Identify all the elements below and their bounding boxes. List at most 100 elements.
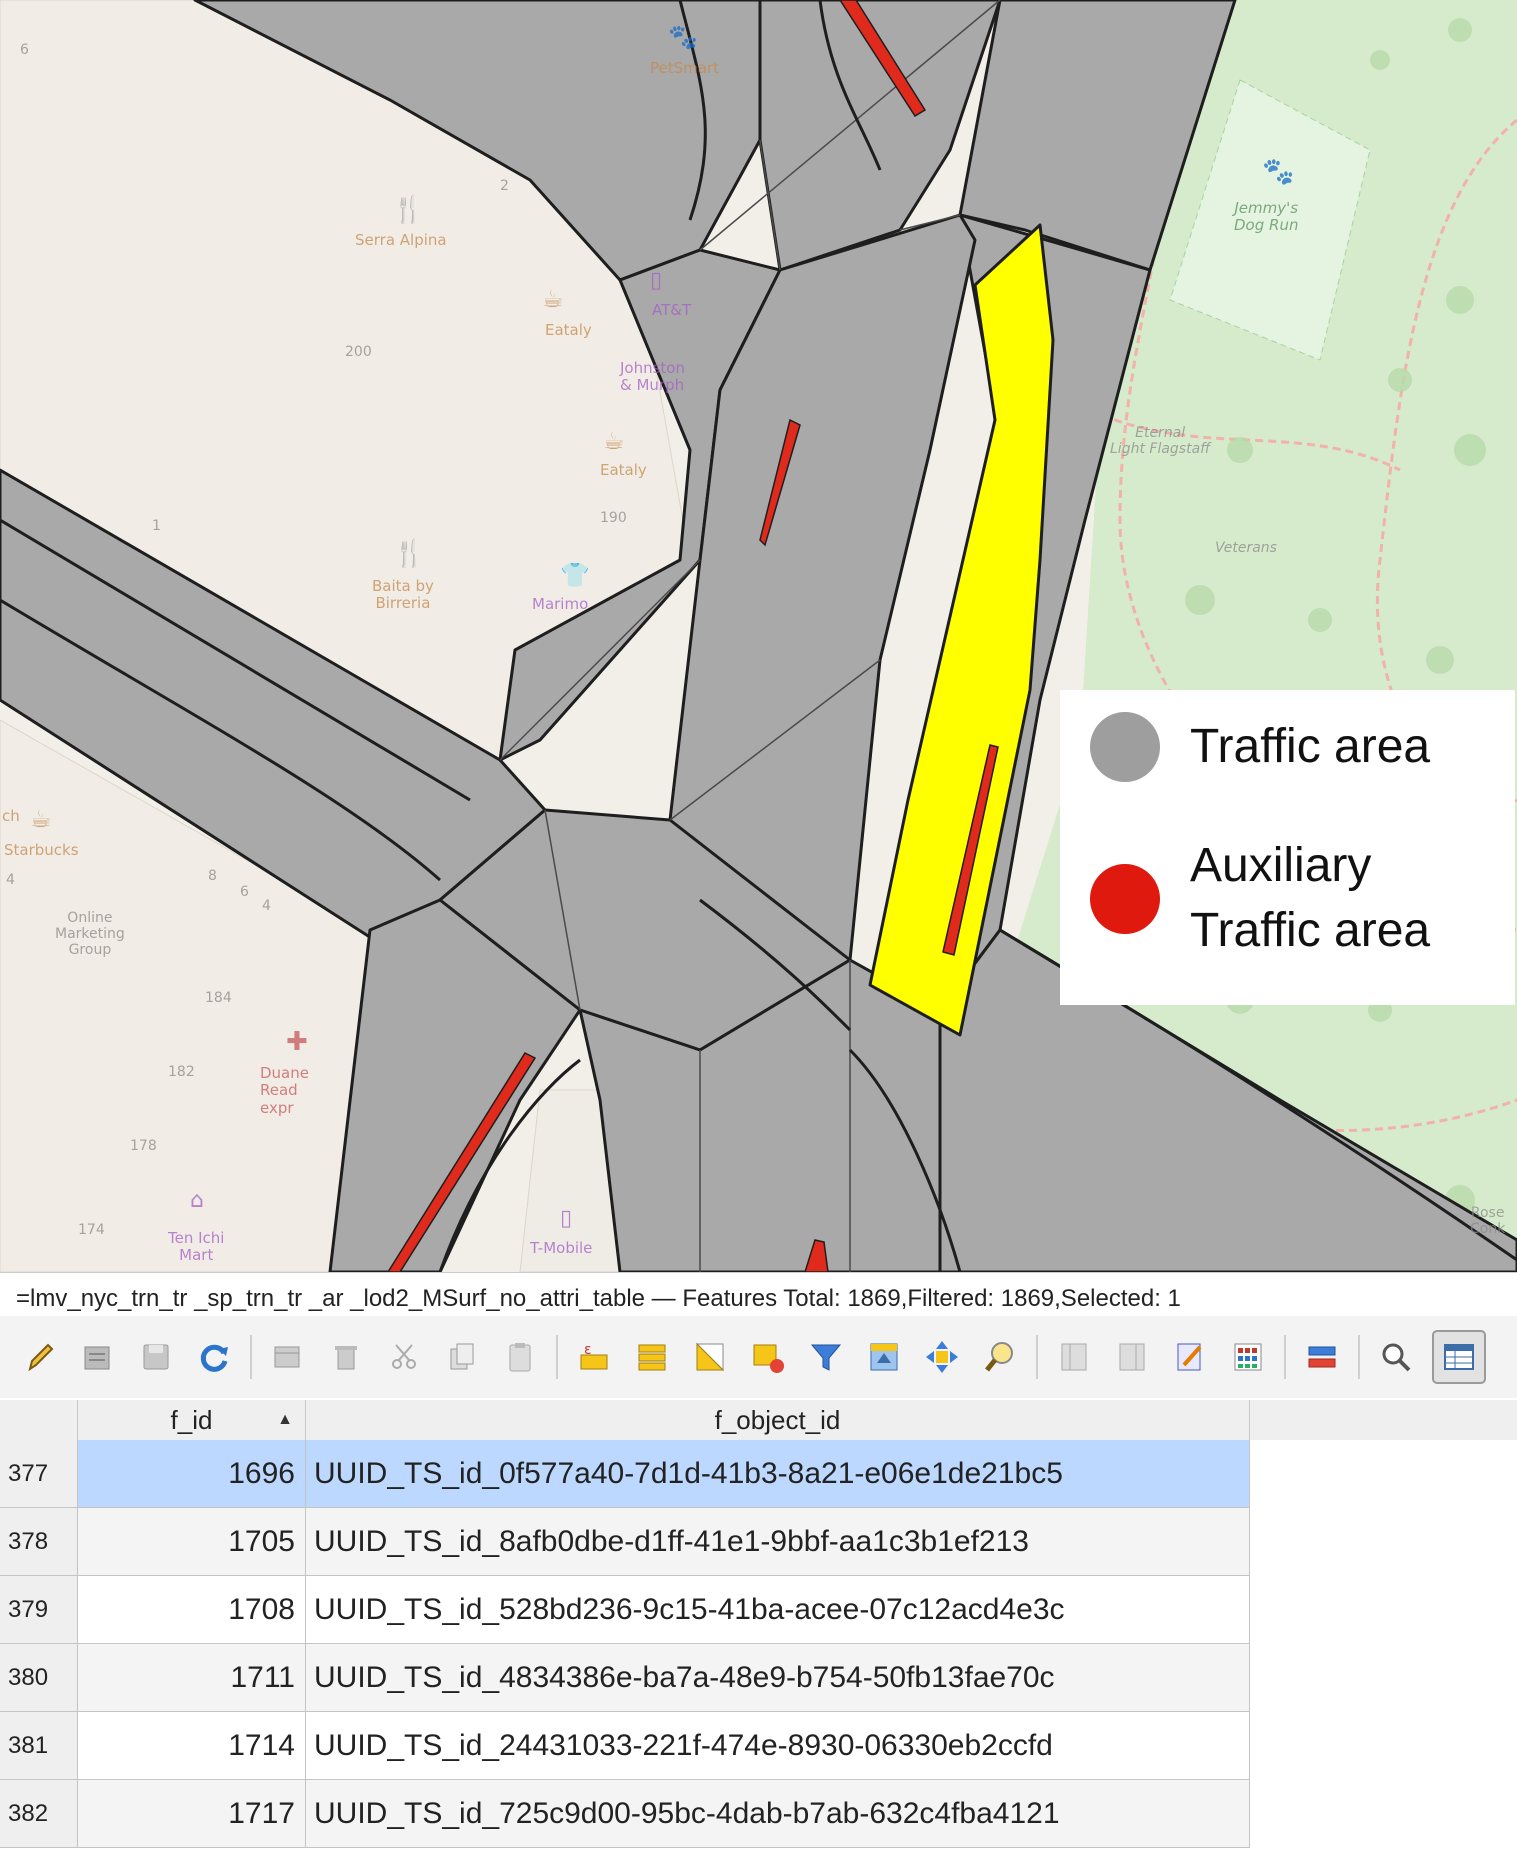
cell-f-object-id[interactable]: UUID_TS_id_4834386e-ba7a-48e9-b754-50fb1… (306, 1644, 1250, 1711)
house-number: 6 (240, 884, 249, 900)
select-all-icon[interactable] (630, 1335, 674, 1379)
legend-swatch-grey (1090, 712, 1160, 782)
pet-shop-icon: 🐾 (668, 23, 698, 51)
row-index[interactable]: 378 (0, 1508, 78, 1575)
poi-label: Veterans (1215, 540, 1277, 556)
poi-label: Johnston & Murph (620, 359, 685, 395)
legend-label: Auxiliary Traffic area (1190, 839, 1431, 957)
row-index-header (0, 1400, 78, 1440)
cell-f-id[interactable]: 1696 (78, 1440, 306, 1507)
reload-icon[interactable] (192, 1335, 236, 1379)
cell-f-id[interactable]: 1705 (78, 1508, 306, 1575)
sort-ascending-icon: ▲ (277, 1411, 293, 1428)
cell-f-id[interactable]: 1708 (78, 1576, 306, 1643)
column-header-f-id[interactable]: f_id ▲ (78, 1400, 306, 1440)
toolbar-separator (556, 1335, 558, 1379)
row-index[interactable]: 379 (0, 1576, 78, 1643)
map-canvas[interactable]: PetSmart Serra Alpina Eataly AT&T Johnst… (0, 0, 1517, 1272)
column-header-f-object-id[interactable]: f_object_id (306, 1400, 1250, 1440)
zoom-to-selected-icon[interactable] (978, 1335, 1022, 1379)
legend-item-auxiliary-traffic-area: Auxiliary Traffic area (1090, 834, 1430, 964)
row-index[interactable]: 381 (0, 1712, 78, 1779)
attribute-table-title: =lmv_nyc_trn_tr _sp_trn_tr _ar _lod2_MSu… (0, 1272, 1517, 1316)
cell-f-id[interactable]: 1711 (78, 1644, 306, 1711)
dog-park-icon: 🐾 (1262, 157, 1295, 187)
restaurant-icon: 🍴 (392, 195, 425, 225)
phone-shop-icon: ▯ (650, 268, 663, 293)
table-row[interactable]: 381 1714 UUID_TS_id_24431033-221f-474e-8… (0, 1712, 1250, 1780)
poi-label: Marimo (532, 595, 589, 613)
poi-label: Eataly (545, 321, 592, 339)
cell-f-object-id[interactable]: UUID_TS_id_528bd236-9c15-41ba-acee-07c12… (306, 1576, 1250, 1643)
dock-table-icon[interactable] (1374, 1335, 1418, 1379)
column-header-label: f_object_id (714, 1405, 841, 1435)
house-number: 174 (78, 1222, 105, 1238)
poi-label: Eternal Light Flagstaff (1110, 425, 1211, 458)
table-row[interactable]: 378 1705 UUID_TS_id_8afb0dbe-d1ff-41e1-9… (0, 1508, 1250, 1576)
actions-icon[interactable] (1300, 1335, 1344, 1379)
house-number: 8 (208, 868, 217, 884)
map-layer (0, 0, 1517, 1272)
cell-f-object-id[interactable]: UUID_TS_id_725c9d00-95bc-4dab-b7ab-632c4… (306, 1780, 1250, 1847)
attribute-table-toolbar: ε (0, 1316, 1517, 1398)
paste-icon[interactable] (498, 1335, 542, 1379)
legend-label: Traffic area (1190, 719, 1431, 773)
poi-label: Eataly (600, 461, 647, 479)
house-number: 6 (20, 42, 29, 58)
house-number: 200 (345, 344, 372, 360)
row-index[interactable]: 380 (0, 1644, 78, 1711)
cafe-icon: ☕ (542, 285, 564, 313)
legend-item-traffic-area: Traffic area (1090, 712, 1430, 782)
table-row[interactable]: 377 1696 UUID_TS_id_0f577a40-7d1d-41b3-8… (0, 1440, 1250, 1508)
svg-text:ε: ε (584, 1342, 592, 1358)
conditional-format-icon[interactable] (1226, 1335, 1270, 1379)
save-edits-icon[interactable] (134, 1335, 178, 1379)
cell-f-object-id[interactable]: UUID_TS_id_8afb0dbe-d1ff-41e1-9bbf-aa1c3… (306, 1508, 1250, 1575)
toolbar-separator (1358, 1335, 1360, 1379)
poi-label: Duane Read expr (260, 1064, 309, 1117)
table-view-icon[interactable] (1432, 1330, 1486, 1384)
attribute-table: f_id ▲ f_object_id 377 1696 UUID_TS_id_0… (0, 1400, 1517, 1860)
cell-f-id[interactable]: 1714 (78, 1712, 306, 1779)
cafe-icon: ☕ (30, 805, 52, 833)
invert-selection-icon[interactable] (688, 1335, 732, 1379)
poi-label: Ten Ichi Mart (168, 1229, 225, 1265)
select-expression-icon[interactable]: ε (572, 1335, 616, 1379)
table-row[interactable]: 380 1711 UUID_TS_id_4834386e-ba7a-48e9-b… (0, 1644, 1250, 1712)
move-selection-top-icon[interactable] (862, 1335, 906, 1379)
toolbar-separator (250, 1335, 252, 1379)
copy-icon[interactable] (440, 1335, 484, 1379)
cell-f-id[interactable]: 1717 (78, 1780, 306, 1847)
poi-label: AT&T (652, 301, 692, 319)
poi-label: Starbucks (4, 841, 79, 859)
field-calculator-icon[interactable] (1168, 1335, 1212, 1379)
house-number: 184 (205, 990, 232, 1006)
multi-edit-icon[interactable] (76, 1335, 120, 1379)
deselect-all-icon[interactable] (746, 1335, 790, 1379)
new-field-icon[interactable] (1052, 1335, 1096, 1379)
poi-label: T-Mobile (530, 1239, 593, 1257)
cut-icon[interactable] (382, 1335, 426, 1379)
edit-pencil-icon[interactable] (18, 1335, 62, 1379)
pan-to-selected-icon[interactable] (920, 1335, 964, 1379)
row-index[interactable]: 382 (0, 1780, 78, 1847)
house-number: 4 (262, 898, 271, 914)
table-row[interactable]: 379 1708 UUID_TS_id_528bd236-9c15-41ba-a… (0, 1576, 1250, 1644)
cell-f-object-id[interactable]: UUID_TS_id_0f577a40-7d1d-41b3-8a21-e06e1… (306, 1440, 1250, 1507)
table-row[interactable]: 382 1717 UUID_TS_id_725c9d00-95bc-4dab-b… (0, 1780, 1250, 1848)
poi-label: Serra Alpina (355, 231, 447, 249)
delete-field-icon[interactable] (1110, 1335, 1154, 1379)
house-number: 178 (130, 1138, 157, 1154)
toolbar-separator (1284, 1335, 1286, 1379)
add-feature-icon[interactable] (266, 1335, 310, 1379)
poi-label: Jemmy's Dog Run (1234, 199, 1299, 235)
poi-label: Online Marketing Group (55, 910, 125, 959)
poi-label: PetSmart (650, 59, 719, 77)
delete-feature-icon[interactable] (324, 1335, 368, 1379)
poi-label: Baita by Birreria (372, 577, 434, 613)
table-header: f_id ▲ f_object_id (0, 1400, 1517, 1440)
map-legend: Traffic area Auxiliary Traffic area (1060, 690, 1515, 1005)
filter-selected-icon[interactable] (804, 1335, 848, 1379)
cell-f-object-id[interactable]: UUID_TS_id_24431033-221f-474e-8930-06330… (306, 1712, 1250, 1779)
row-index[interactable]: 377 (0, 1440, 78, 1507)
